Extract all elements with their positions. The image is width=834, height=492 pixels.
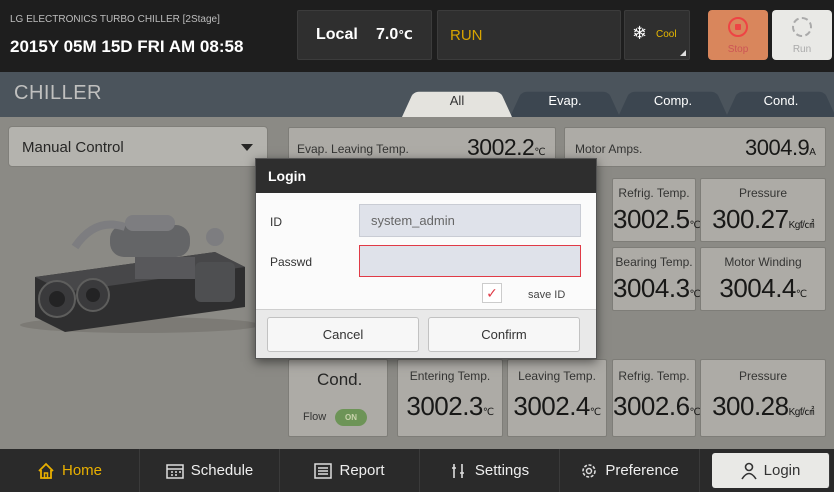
stop-icon xyxy=(728,17,748,37)
nav-report[interactable]: Report xyxy=(280,449,420,492)
report-icon xyxy=(314,463,333,479)
nav-label: Report xyxy=(339,462,385,479)
save-id-checkbox[interactable]: ✓ xyxy=(482,283,502,303)
temp-unit: ℃ xyxy=(398,28,413,42)
id-input[interactable]: system_admin xyxy=(359,204,581,237)
bottom-nav: Home Schedule Report Settings Preference… xyxy=(0,449,834,492)
brand-label: LG ELECTRONICS TURBO CHILLER [2Stage] xyxy=(10,14,220,25)
cancel-button[interactable]: Cancel xyxy=(267,317,419,352)
home-icon xyxy=(38,462,54,479)
nav-login[interactable]: Login xyxy=(712,453,830,488)
confirm-button[interactable]: Confirm xyxy=(428,317,580,352)
run-label: Run xyxy=(792,44,812,55)
stop-button[interactable]: Stop xyxy=(708,10,768,60)
id-label: ID xyxy=(270,215,282,229)
save-id-label: save ID xyxy=(528,289,566,301)
wrench-icon xyxy=(451,464,464,479)
temp-value: 7.0 xyxy=(376,26,399,43)
run-button[interactable]: Run xyxy=(772,10,832,60)
tab-label: Evap. xyxy=(548,93,582,108)
nav-label: Login xyxy=(763,462,801,479)
run-state-label: RUN xyxy=(450,27,483,44)
tab-label: All xyxy=(449,93,465,108)
nav-schedule[interactable]: Schedule xyxy=(140,449,280,492)
login-dialog: Login ID system_admin Passwd ✓ save ID C… xyxy=(255,158,597,359)
cool-label: Cool xyxy=(656,29,677,40)
run-status-box: RUN xyxy=(437,10,621,60)
password-input[interactable] xyxy=(359,245,581,277)
nav-label: Preference xyxy=(605,462,679,479)
tab-label: Cond. xyxy=(763,93,799,108)
gear-icon xyxy=(582,464,597,478)
top-bar: LG ELECTRONICS TURBO CHILLER [2Stage] 20… xyxy=(0,0,834,72)
refresh-icon xyxy=(792,17,812,37)
temp-readout: 7.0℃ xyxy=(376,26,413,44)
nav-label: Home xyxy=(61,462,102,479)
mode-label: Local xyxy=(316,26,358,43)
mode-temp-box: Local 7.0℃ xyxy=(297,10,432,60)
user-icon xyxy=(740,462,757,480)
corner-indicator-icon xyxy=(680,50,686,56)
tab-label: Comp. xyxy=(653,93,693,108)
dialog-title: Login xyxy=(256,159,596,193)
dialog-footer: Cancel Confirm xyxy=(256,309,596,358)
password-label: Passwd xyxy=(270,255,313,269)
snowflake-icon: ❄ xyxy=(632,23,648,43)
nav-home[interactable]: Home xyxy=(0,449,140,492)
nav-settings[interactable]: Settings xyxy=(420,449,560,492)
calendar-icon xyxy=(165,464,184,479)
datetime-label: 2015Y 05M 15D FRI AM 08:58 xyxy=(10,37,244,56)
nav-label: Schedule xyxy=(190,462,254,479)
stop-label: Stop xyxy=(727,44,749,55)
cool-mode-button[interactable]: ❄ Cool xyxy=(624,10,690,60)
chiller-screen: LG ELECTRONICS TURBO CHILLER [2Stage] 20… xyxy=(0,0,834,492)
nav-label: Settings xyxy=(474,462,530,479)
nav-preference[interactable]: Preference xyxy=(560,449,700,492)
